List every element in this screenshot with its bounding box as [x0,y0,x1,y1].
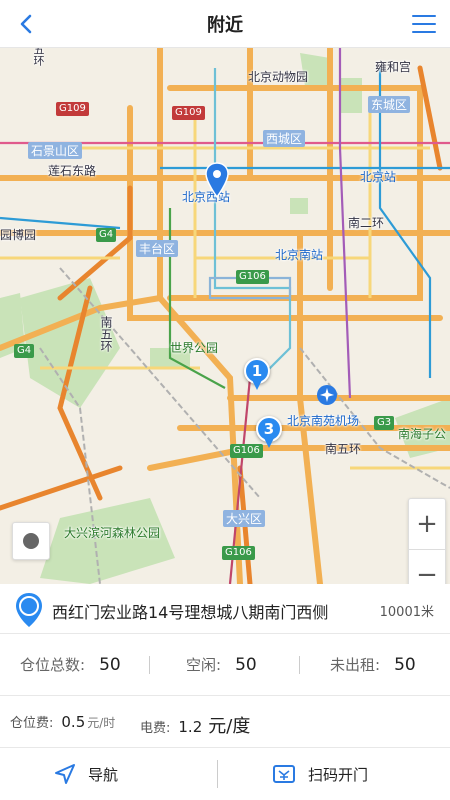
map-label-beijing-zoo: 北京动物园 [248,70,309,84]
road-tag-g106-top: G106 [236,270,269,284]
scan-open-door-button[interactable]: 扫码开门 [272,748,368,800]
capacity-stats-row: 仓位总数: 50 空闲: 50 未出租: 50 [0,634,450,696]
stat-free-label: 空闲: [186,656,222,674]
navigate-label: 导航 [88,765,119,784]
station-address: 西红门宏业路14号理想城八期南门西侧 [52,603,329,622]
map-label-beijing-south: 北京南站 [275,248,324,262]
map-label-dongcheng: 东城区 [368,96,411,113]
road-tag-g109-right: G109 [172,106,205,120]
action-row: 导航 扫码开门 [0,748,450,800]
stat-total-label: 仓位总数: [20,656,86,674]
app-screen: 附近 五环 北京动物园 雍和宫 东城区 西城区 石景山区 莲石东路 北京站 北京… [0,0,450,800]
map-label-south-5th-ring-left: 南五环 [99,316,113,352]
map-label-shijingshan: 石景山区 [28,142,83,159]
locate-dot-icon [23,533,39,549]
map-label-shijie-park: 世界公园 [170,341,219,355]
power-fee-unit: 元/度 [208,716,251,737]
stat-unrented-value: 50 [394,655,416,675]
map-label-south-2nd-ring: 南二环 [348,216,385,230]
map-label-daxing-forest: 大兴滨河森林公园 [64,526,161,540]
zoom-control: + − [408,498,446,584]
power-fee: 电费: 1.2 元/度 [140,712,250,738]
address-row[interactable]: 西红门宏业路14号理想城八期南门西侧 10001米 [0,584,450,634]
station-marker-3[interactable]: 3 [256,416,282,450]
stat-unrented-label: 未出租: [330,656,381,674]
map-label-beijing-station: 北京站 [360,170,397,184]
airport-icon [317,385,337,405]
marker-tail [264,438,274,448]
road-tag-g106-bottom: G106 [222,546,255,560]
road-tag-g3: G3 [374,416,395,430]
navigation-arrow-icon [55,764,75,784]
navigate-button[interactable]: 导航 [54,748,118,800]
map-label-yuanbo: 园博园 [0,228,37,242]
map-label-daxing: 大兴区 [223,510,266,527]
fee-row: 仓位费: 0.5 元/时 电费: 1.2 元/度 [0,696,450,748]
station-info-panel: 西红门宏业路14号理想城八期南门西侧 10001米 仓位总数: 50 空闲: 50 … [0,584,450,800]
map-label-lianshidong: 莲石东路 [48,164,97,178]
map-view[interactable]: 五环 北京动物园 雍和宫 东城区 西城区 石景山区 莲石东路 北京站 北京西站 … [0,48,450,584]
map-label-nanhaizi: 南海子公 [398,427,447,441]
divider [299,656,300,674]
stat-free-value: 50 [235,655,257,675]
zoom-out-button[interactable]: − [409,549,445,584]
map-label-south-5th-ring-right: 南五环 [325,442,362,456]
chevron-left-icon [20,14,32,34]
top-bar: 附近 [0,0,450,48]
stat-free: 空闲: 50 [186,654,257,675]
map-label-top-left: 五环 [32,48,45,66]
power-fee-label: 电费: [140,721,171,736]
road-tag-g4-top: G4 [96,228,117,242]
map-label-nanyuan-airport: 北京南苑机场 [287,414,360,428]
zoom-in-button[interactable]: + [409,499,445,549]
divider [149,656,150,674]
back-button[interactable] [10,8,42,40]
storage-fee: 仓位费: 0.5 元/时 [10,712,115,731]
location-pin-icon [16,593,42,627]
storage-fee-label: 仓位费: [10,716,54,731]
road-tag-g109-left: G109 [56,102,89,116]
selected-location-pin-icon[interactable] [204,162,230,198]
power-fee-value: 1.2 [178,718,203,736]
map-label-fengtai: 丰台区 [136,240,179,257]
scan-qr-icon [273,765,295,783]
station-distance: 10001米 [379,605,434,620]
menu-button[interactable] [408,8,440,40]
map-label-yonghegong: 雍和宫 [375,60,412,74]
page-title: 附近 [207,14,243,36]
storage-fee-unit: 元/时 [87,716,116,730]
map-base-layer [0,48,450,584]
divider [217,760,218,788]
hamburger-menu-icon [412,15,436,33]
scan-open-label: 扫码开门 [308,765,369,784]
marker-tail [252,380,262,390]
stat-unrented: 未出租: 50 [330,654,416,675]
stat-total: 仓位总数: 50 [20,654,121,675]
road-tag-g4-bottom: G4 [14,344,35,358]
map-label-xicheng: 西城区 [263,130,306,147]
storage-fee-value: 0.5 [61,713,86,731]
station-marker-1[interactable]: 1 [244,358,270,392]
stat-total-value: 50 [99,655,121,675]
locate-me-button[interactable] [12,522,50,560]
